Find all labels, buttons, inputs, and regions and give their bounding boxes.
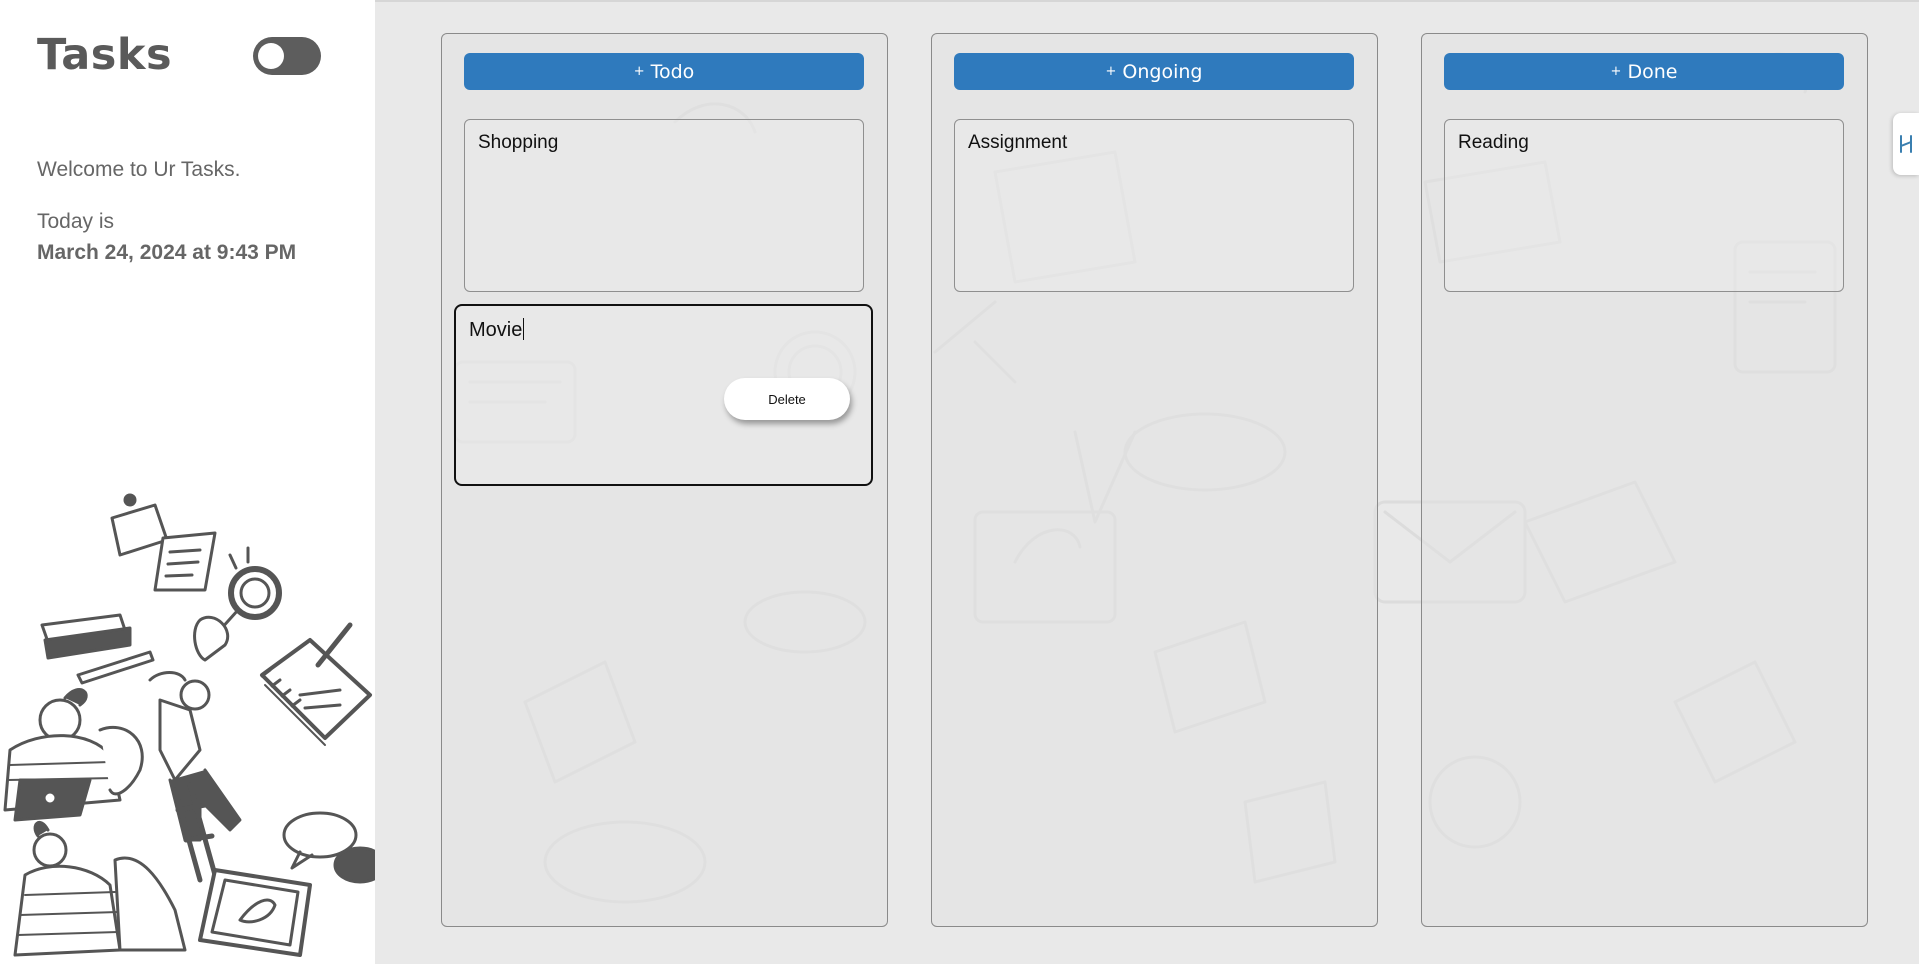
today-label: Today is <box>37 210 115 233</box>
add-ongoing-button[interactable]: + Ongoing <box>954 53 1354 90</box>
delete-button[interactable]: Delete <box>724 378 850 420</box>
task-card-assignment[interactable]: Assignment <box>954 119 1354 292</box>
add-done-label: Done <box>1627 60 1678 83</box>
column-ongoing: + Ongoing Assignment <box>931 33 1378 927</box>
add-done-button[interactable]: + Done <box>1444 53 1844 90</box>
sidebar-illustration <box>3 493 375 957</box>
welcome-text: Welcome to Ur Tasks. <box>37 158 241 181</box>
task-card-movie-editing[interactable]: Movie Delete <box>454 304 873 486</box>
text-caret <box>523 318 525 340</box>
side-panel-handle-icon <box>1900 135 1912 153</box>
plus-icon: + <box>633 64 645 79</box>
task-card-text: Reading <box>1458 132 1529 153</box>
plus-icon: + <box>1610 64 1622 79</box>
today-date: March 24, 2024 at 9:43 PM <box>37 241 297 264</box>
add-todo-label: Todo <box>650 60 695 83</box>
side-panel-handle[interactable] <box>1893 113 1919 175</box>
add-ongoing-label: Ongoing <box>1122 60 1203 83</box>
plus-icon: + <box>1105 64 1117 79</box>
sidebar: Tasks Welcome to Ur Tasks. Today is Marc… <box>0 0 375 964</box>
app-title: Tasks <box>37 30 173 80</box>
task-card-reading[interactable]: Reading <box>1444 119 1844 292</box>
task-card-text: Movie <box>469 319 523 341</box>
task-card-text: Assignment <box>968 132 1068 153</box>
task-card-text: Shopping <box>478 132 559 153</box>
task-card-shopping[interactable]: Shopping <box>464 119 864 292</box>
column-todo: + Todo Shopping Movie Delete <box>441 33 888 927</box>
toggle-knob <box>258 43 284 69</box>
add-todo-button[interactable]: + Todo <box>464 53 864 90</box>
theme-toggle[interactable] <box>253 37 321 75</box>
column-done: + Done Reading <box>1421 33 1868 927</box>
task-board: + Todo Shopping Movie Delete + Ongoing Ass… <box>375 0 1919 964</box>
